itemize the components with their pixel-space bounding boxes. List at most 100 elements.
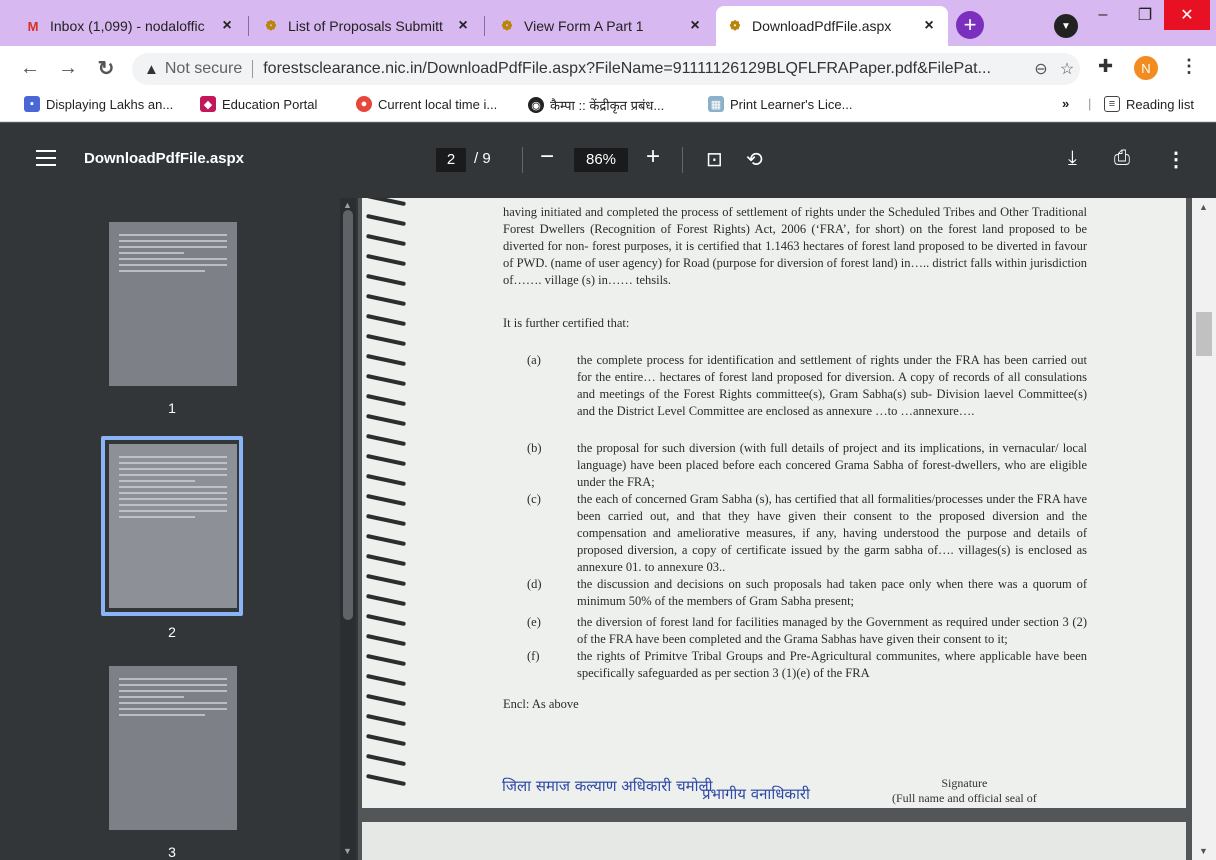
list-item: (d) the discussion and decisions on such… xyxy=(503,576,1087,610)
scroll-down-icon[interactable]: ▼ xyxy=(1199,846,1208,856)
bookmark-label: Education Portal xyxy=(222,96,318,112)
menu-icon[interactable] xyxy=(36,150,56,168)
document-scrollbar[interactable]: ▲ ▼ xyxy=(1192,198,1216,860)
close-icon[interactable]: × xyxy=(686,17,704,35)
divider xyxy=(252,60,254,78)
tab-search-icon[interactable]: ▼ xyxy=(1054,14,1078,38)
tab-separator xyxy=(484,16,485,36)
more-bookmarks-button[interactable]: » xyxy=(1062,96,1069,111)
document-viewport[interactable]: having initiated and completed the proce… xyxy=(358,198,1192,860)
close-icon[interactable]: × xyxy=(454,17,472,35)
page-total: / 9 xyxy=(474,150,491,167)
tab-view-form[interactable]: ❁ View Form A Part 1 × xyxy=(488,8,714,44)
divider xyxy=(522,147,523,173)
reload-icon[interactable]: ↻ xyxy=(92,54,120,82)
item-label: (f) xyxy=(527,649,540,663)
profile-avatar[interactable]: N xyxy=(1134,56,1158,80)
zoom-in-button[interactable]: + xyxy=(646,143,660,171)
page-thumbnail-2[interactable] xyxy=(109,444,237,608)
stamp-forest-officer: प्रभागीय वनाधिकारी xyxy=(702,785,810,803)
bookmark-item[interactable]: ● Current local time i... xyxy=(356,96,497,112)
pdf-page: having initiated and completed the proce… xyxy=(362,198,1186,808)
page-thumbnail-1[interactable] xyxy=(109,222,237,386)
document-text: having initiated and completed the proce… xyxy=(503,204,1087,713)
thumbnail-label: 2 xyxy=(168,624,176,640)
pdf-title: DownloadPdfFile.aspx xyxy=(84,150,245,167)
item-label: (c) xyxy=(527,492,541,506)
signature-label: Signature xyxy=(941,776,988,790)
item-text: the discussion and decisions on such pro… xyxy=(577,577,1087,608)
item-text: the diversion of forest land for facilit… xyxy=(577,615,1087,646)
forward-icon[interactable]: → xyxy=(54,54,82,82)
reading-list-label: Reading list xyxy=(1126,96,1194,112)
reading-list-icon: ≡ xyxy=(1104,96,1120,112)
pdf-toolbar: DownloadPdfFile.aspx 2 / 9 − 86% + ⊡ ⟲ ⤓… xyxy=(0,123,1216,198)
scrollbar-thumb[interactable] xyxy=(343,210,353,620)
zoom-level-input[interactable]: 86% xyxy=(574,148,628,172)
divider xyxy=(682,147,683,173)
extensions-icon[interactable]: ✚ xyxy=(1098,56,1113,77)
bookmark-icon: ◆ xyxy=(200,96,216,112)
bookmark-item[interactable]: ◆ Education Portal xyxy=(200,96,317,112)
menu-icon[interactable]: ⋮ xyxy=(1180,56,1198,77)
close-icon[interactable]: × xyxy=(920,17,938,35)
enclosure-note: Encl: As above xyxy=(503,697,579,711)
close-window-button[interactable]: ✕ xyxy=(1164,0,1210,30)
bookmark-item[interactable]: ▦ Print Learner's Lice... xyxy=(708,96,852,112)
list-item: (c) the each of concerned Gram Sabha (s)… xyxy=(503,491,1087,576)
bookmark-label: कैम्पा :: केंद्रीकृत प्रबंध... xyxy=(550,98,665,113)
zoom-icon[interactable]: ⊖ xyxy=(1028,59,1054,79)
reading-list-button[interactable]: ≡ Reading list xyxy=(1104,96,1194,112)
tab-download-pdf[interactable]: ❁ DownloadPdfFile.aspx × xyxy=(716,6,948,46)
zoom-out-button[interactable]: − xyxy=(540,143,554,171)
thumbnail-label: 3 xyxy=(168,844,176,860)
signature-sub: (Full name and official seal of xyxy=(892,791,1037,805)
bookmark-icon: ▦ xyxy=(708,96,724,112)
pdf-page-next xyxy=(362,822,1186,860)
page-thumbnail-3[interactable] xyxy=(109,666,237,830)
tab-title: Inbox (1,099) - nodaloffic xyxy=(50,18,205,34)
bookmark-item[interactable]: ◉ कैम्पा :: केंद्रीकृत प्रबंध... xyxy=(528,96,664,114)
rotate-icon[interactable]: ⟲ xyxy=(746,147,763,172)
item-label: (b) xyxy=(527,441,542,455)
bookmark-icon: ▪ xyxy=(24,96,40,112)
tab-inbox[interactable]: M Inbox (1,099) - nodaloffic × xyxy=(14,8,246,44)
scroll-down-icon[interactable]: ▼ xyxy=(343,846,352,856)
gmail-icon: M xyxy=(27,18,39,34)
security-label[interactable]: Not secure xyxy=(165,60,242,78)
new-tab-button[interactable]: + xyxy=(956,11,984,39)
scroll-up-icon[interactable]: ▲ xyxy=(343,200,352,210)
signature-block: Signature (Full name and official seal o… xyxy=(892,776,1037,806)
url-text[interactable]: forestsclearance.nic.in/DownloadPdfFile.… xyxy=(263,60,1028,78)
stamp-district-officer: जिला समाज कल्याण अधिकारी चमोली xyxy=(502,777,713,795)
item-label: (a) xyxy=(527,353,541,367)
list-item: (e) the diversion of forest land for fac… xyxy=(503,614,1087,648)
address-bar[interactable]: ▲ Not secure forestsclearance.nic.in/Dow… xyxy=(132,53,1080,85)
bookmark-label: Current local time i... xyxy=(378,96,498,112)
spiral-binding xyxy=(366,198,412,808)
fit-to-page-icon[interactable]: ⊡ xyxy=(706,147,723,172)
minimize-button[interactable]: – xyxy=(1080,0,1126,30)
gov-emblem-icon: ❁ xyxy=(729,18,741,33)
close-icon[interactable]: × xyxy=(218,17,236,35)
item-text: the rights of Primitve Tribal Groups and… xyxy=(577,649,1087,680)
bookmarks-bar: ▪ Displaying Lakhs an... ◆ Education Por… xyxy=(0,90,1216,122)
maximize-button[interactable]: ❐ xyxy=(1122,0,1168,30)
tab-proposals[interactable]: ❁ List of Proposals Submitt × xyxy=(252,8,482,44)
page-number-input[interactable]: 2 xyxy=(436,148,466,172)
paragraph: having initiated and completed the proce… xyxy=(503,205,1087,287)
more-options-icon[interactable]: ⋮ xyxy=(1166,147,1186,172)
scroll-up-icon[interactable]: ▲ xyxy=(1199,202,1208,212)
bookmark-star-icon[interactable]: ☆ xyxy=(1054,59,1080,79)
thumbnail-panel: 1 2 3 ▲ ▼ xyxy=(0,198,358,860)
tab-strip: M Inbox (1,099) - nodaloffic × ❁ List of… xyxy=(0,0,1216,46)
bookmark-icon: ● xyxy=(356,96,372,112)
print-icon[interactable]: ⎙ xyxy=(1114,147,1130,170)
warning-icon[interactable]: ▲ xyxy=(144,61,159,78)
download-icon[interactable]: ⤓ xyxy=(1068,147,1077,170)
bookmark-item[interactable]: ▪ Displaying Lakhs an... xyxy=(24,96,173,112)
thumbnail-scrollbar[interactable]: ▲ ▼ xyxy=(340,198,356,860)
item-label: (d) xyxy=(527,577,542,591)
scrollbar-thumb[interactable] xyxy=(1196,312,1212,356)
back-icon[interactable]: ← xyxy=(16,54,44,82)
